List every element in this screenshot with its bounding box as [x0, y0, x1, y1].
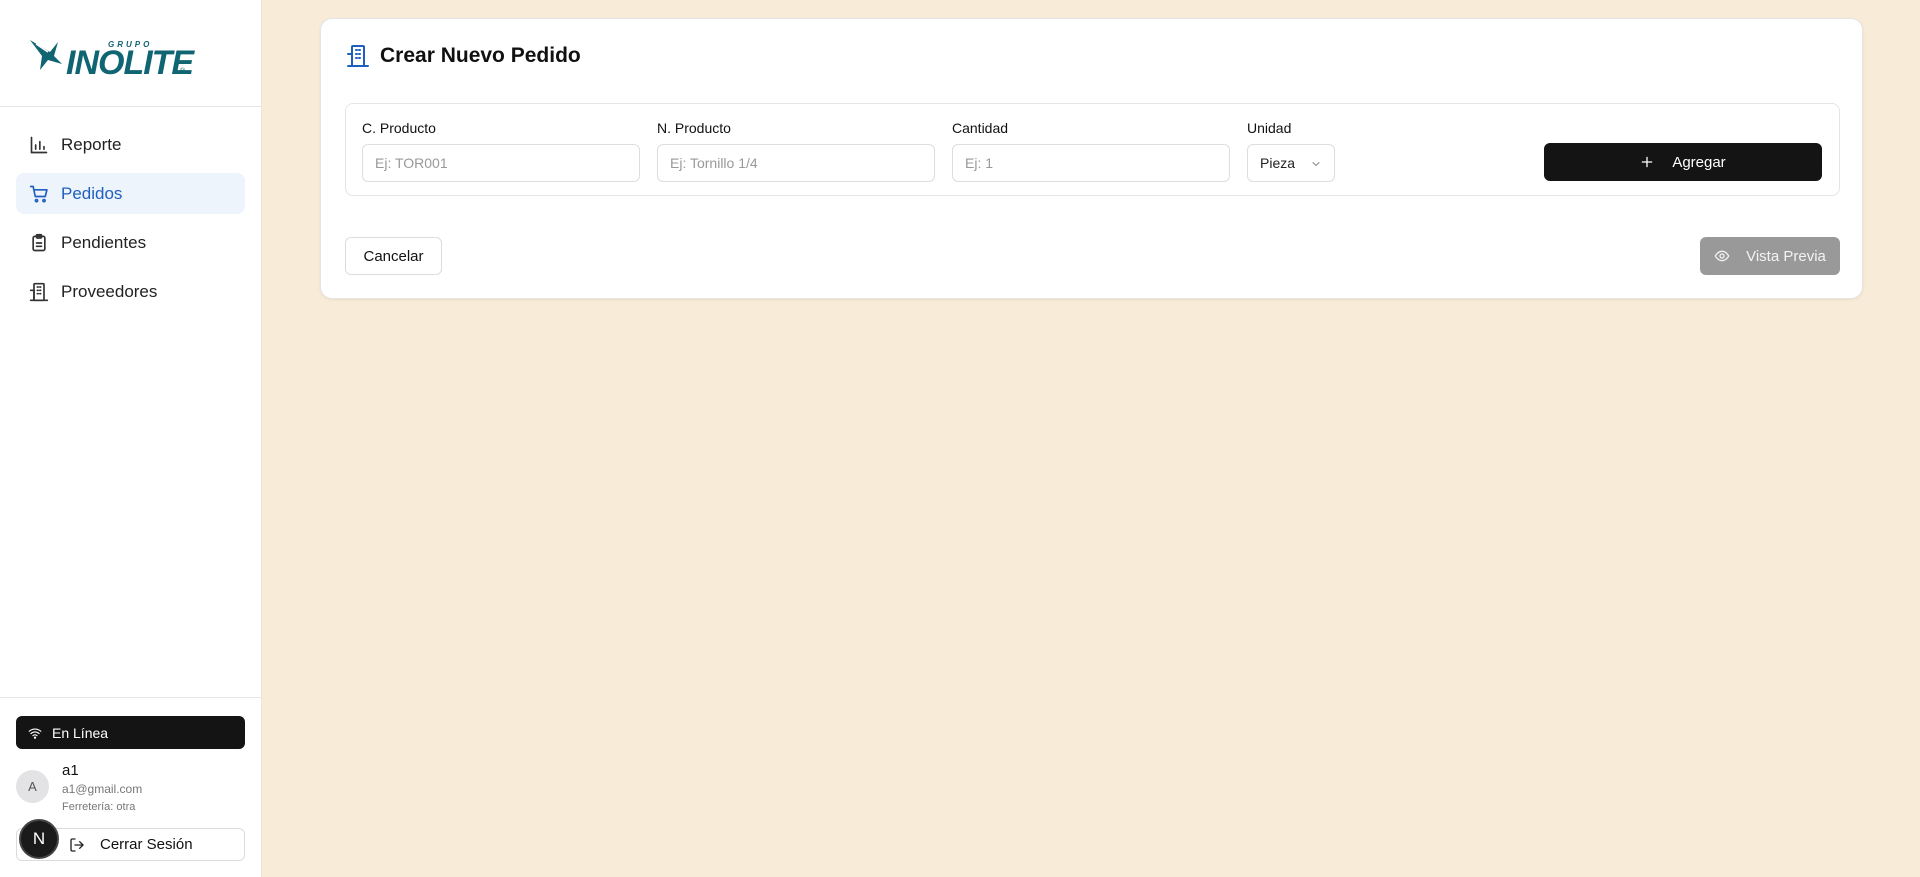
sidebar-item-proveedores[interactable]: Proveedores	[16, 271, 245, 312]
unit-selected-value: Pieza	[1260, 155, 1296, 171]
quantity-input[interactable]	[952, 144, 1230, 182]
sidebar-item-pedidos[interactable]: Pedidos	[16, 173, 245, 214]
add-product-button[interactable]: Agregar	[1544, 143, 1822, 181]
bird-logo-icon	[30, 40, 62, 70]
product-code-label: C. Producto	[362, 120, 436, 136]
page-title: Crear Nuevo Pedido	[346, 44, 581, 68]
building-icon	[347, 45, 369, 67]
logout-label: Cerrar Sesión	[100, 836, 193, 853]
unit-field: Unidad Pieza	[1247, 120, 1335, 182]
product-name-label: N. Producto	[657, 120, 731, 136]
sidebar-item-label: Proveedores	[61, 281, 158, 301]
product-name-input[interactable]	[657, 144, 935, 182]
sidebar-nav: Reporte Pedidos Pendientes Proveedores	[16, 124, 245, 320]
product-form: C. Producto N. Producto Cantidad Unidad …	[345, 103, 1840, 196]
product-name-field: N. Producto	[657, 120, 935, 182]
user-name: a1	[62, 762, 79, 779]
chevron-down-icon	[1312, 162, 1320, 167]
cart-icon	[29, 184, 49, 204]
logo-area: GRUPO INOLITE ®	[0, 0, 261, 107]
quantity-label: Cantidad	[952, 120, 1009, 136]
status-label: En Línea	[52, 724, 109, 741]
sidebar-item-label: Reporte	[61, 134, 122, 154]
page-title-text: Crear Nuevo Pedido	[380, 44, 581, 67]
building-icon	[29, 282, 49, 302]
brand-name: INOLITE	[66, 44, 194, 82]
brand-registered: ®	[180, 68, 186, 75]
unit-select[interactable]: Pieza	[1247, 144, 1335, 182]
sidebar-item-reporte[interactable]: Reporte	[16, 124, 245, 165]
preview-button[interactable]: Vista Previa	[1700, 237, 1840, 275]
preview-label: Vista Previa	[1746, 247, 1826, 265]
user-email: a1@gmail.com	[62, 782, 143, 796]
avatar[interactable]: A	[16, 770, 49, 803]
bar-chart-icon	[29, 135, 49, 155]
unit-label: Unidad	[1247, 120, 1292, 136]
online-status-badge: En Línea	[16, 716, 245, 749]
product-code-input[interactable]	[362, 144, 640, 182]
plus-icon	[1642, 156, 1653, 168]
clipboard-icon	[29, 233, 49, 253]
add-label: Agregar	[1672, 153, 1726, 171]
dev-tools-badge[interactable]: N	[19, 819, 59, 859]
logout-icon	[70, 837, 84, 852]
user-info: A a1 a1@gmail.com Ferretería: otra	[16, 762, 245, 818]
quantity-field: Cantidad	[952, 120, 1230, 182]
user-store: Ferretería: otra	[62, 801, 136, 813]
sidebar-item-label: Pedidos	[61, 183, 123, 203]
sidebar-item-label: Pendientes	[61, 232, 147, 252]
brand-logo[interactable]: GRUPO INOLITE ®	[28, 30, 194, 82]
sidebar: GRUPO INOLITE ® Reporte Pedidos Pendient…	[0, 0, 262, 877]
product-code-field: C. Producto	[362, 120, 640, 182]
wifi-icon	[28, 727, 42, 739]
cancel-button[interactable]: Cancelar	[345, 237, 442, 275]
eye-icon	[1714, 250, 1730, 262]
order-card: Crear Nuevo Pedido C. Producto N. Produc…	[320, 18, 1863, 299]
sidebar-item-pendientes[interactable]: Pendientes	[16, 222, 245, 263]
